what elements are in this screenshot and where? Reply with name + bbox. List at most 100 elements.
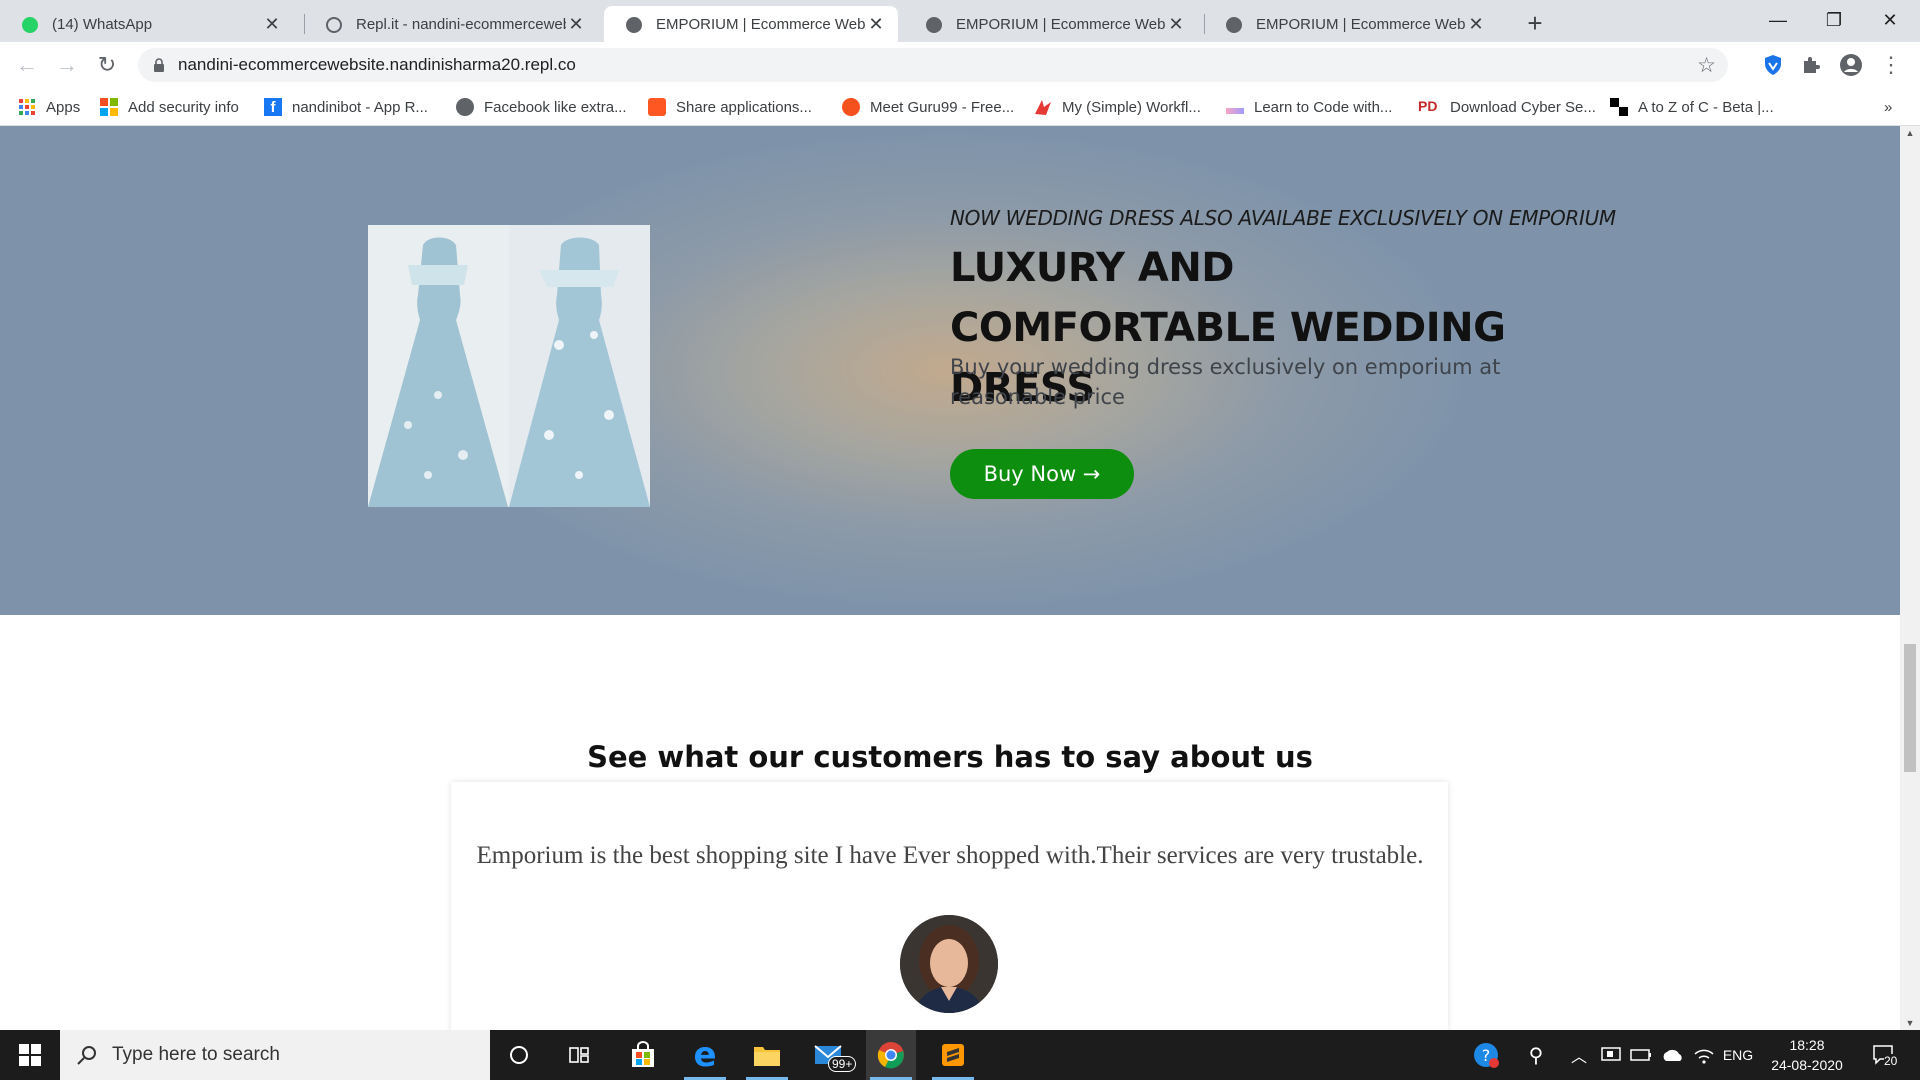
task-view-icon bbox=[569, 1047, 589, 1063]
facebook-icon: f bbox=[264, 98, 282, 116]
bookmark-share-applications[interactable]: Share applications... bbox=[648, 96, 812, 118]
close-tab-icon[interactable]: ✕ bbox=[1466, 14, 1486, 35]
blogger-icon bbox=[648, 98, 666, 116]
profile-avatar-icon[interactable] bbox=[1838, 52, 1864, 78]
bookmark-label: Share applications... bbox=[676, 98, 812, 116]
tab-replit[interactable]: Repl.it - nandini-ecommercewebsite ✕ bbox=[304, 6, 598, 42]
clock-time: 18:28 bbox=[1789, 1037, 1825, 1053]
code-icon bbox=[1226, 108, 1244, 114]
onedrive-cloud-icon[interactable] bbox=[1658, 1030, 1688, 1080]
workflow-icon bbox=[1035, 100, 1051, 115]
close-tab-icon[interactable]: ✕ bbox=[262, 14, 282, 35]
bookmark-learn-to-code[interactable]: Learn to Code with... bbox=[1226, 96, 1392, 118]
display-tray-icon[interactable] bbox=[1598, 1030, 1624, 1080]
reload-button[interactable]: ↻ bbox=[92, 50, 122, 80]
bookmark-security-info[interactable]: Add security info bbox=[100, 96, 239, 118]
bookmark-label: Download Cyber Se... bbox=[1450, 98, 1596, 116]
hero-tagline: NOW WEDDING DRESS ALSO AVAILABE EXCLUSIV… bbox=[950, 206, 1616, 230]
tab-emporium[interactable]: EMPORIUM | Ecommerce Website ✕ bbox=[1204, 6, 1498, 42]
language-indicator[interactable]: ENG bbox=[1720, 1030, 1756, 1080]
scroll-down-arrow-icon[interactable]: ▼ bbox=[1900, 1018, 1920, 1028]
mail-badge: 99+ bbox=[828, 1056, 857, 1072]
tab-title: Repl.it - nandini-ecommercewebsite bbox=[356, 15, 566, 33]
tab-title: (14) WhatsApp bbox=[52, 15, 153, 33]
minimize-button[interactable]: — bbox=[1750, 0, 1806, 40]
customer-avatar bbox=[900, 915, 998, 1013]
windows-logo-icon bbox=[19, 1044, 41, 1066]
pd-icon: PD bbox=[1418, 98, 1438, 114]
address-bar[interactable]: nandini-ecommercewebsite.nandinisharma20… bbox=[138, 48, 1728, 82]
checker-icon bbox=[1610, 98, 1628, 116]
whatsapp-icon bbox=[22, 17, 38, 33]
tab-emporium-active[interactable]: EMPORIUM | Ecommerce Website ✕ bbox=[604, 6, 898, 42]
browser-toolbar: ← → ↻ nandini-ecommercewebsite.nandinish… bbox=[0, 42, 1920, 88]
testimonials-heading: See what our customers has to say about … bbox=[587, 740, 1313, 774]
taskbar-chrome[interactable] bbox=[866, 1030, 916, 1080]
taskbar-sublime[interactable] bbox=[928, 1030, 978, 1080]
search-icon bbox=[77, 1046, 96, 1065]
forward-button[interactable]: → bbox=[52, 50, 82, 80]
apps-grid-icon bbox=[19, 99, 35, 115]
taskbar-file-explorer[interactable] bbox=[742, 1030, 792, 1080]
battery-tray-icon[interactable] bbox=[1628, 1030, 1654, 1080]
close-tab-icon[interactable]: ✕ bbox=[866, 14, 886, 35]
puzzle-extensions-icon[interactable] bbox=[1798, 52, 1824, 78]
tab-title: EMPORIUM | Ecommerce Website bbox=[956, 15, 1166, 33]
taskbar-mail[interactable]: 99+ bbox=[804, 1030, 857, 1080]
bookmark-label: Add security info bbox=[128, 98, 239, 116]
bookmark-cyber-security[interactable]: PD Download Cyber Se... bbox=[1418, 96, 1596, 118]
taskbar-store[interactable] bbox=[618, 1030, 668, 1080]
restore-button[interactable]: ❐ bbox=[1806, 0, 1862, 40]
taskbar-edge[interactable]: e bbox=[680, 1030, 730, 1080]
new-tab-button[interactable]: + bbox=[1520, 8, 1550, 39]
task-view-button[interactable] bbox=[554, 1030, 604, 1080]
action-center-button[interactable]: 20 bbox=[1862, 1030, 1906, 1080]
taskbar-search-box[interactable]: Type here to search bbox=[60, 1030, 490, 1080]
folder-icon bbox=[754, 1047, 780, 1066]
notification-count: 20 bbox=[1884, 1054, 1898, 1068]
show-hidden-icons-chevron[interactable]: ︿ bbox=[1566, 1030, 1592, 1080]
bookmark-label: Meet Guru99 - Free... bbox=[870, 98, 1015, 116]
bookmark-a-to-z-c[interactable]: A to Z of C - Beta |... bbox=[1610, 96, 1774, 118]
buy-now-button[interactable]: Buy Now → bbox=[950, 449, 1134, 499]
cortana-button[interactable] bbox=[494, 1030, 544, 1080]
wifi-tray-icon[interactable] bbox=[1690, 1030, 1718, 1080]
microsoft-icon bbox=[100, 98, 118, 116]
bookmark-nandinibot[interactable]: f nandinibot - App R... bbox=[264, 96, 428, 118]
hero-banner: NOW WEDDING DRESS ALSO AVAILABE EXCLUSIV… bbox=[0, 126, 1900, 615]
more-bookmarks-label: » bbox=[1884, 98, 1893, 116]
bookmark-apps[interactable]: Apps bbox=[18, 96, 80, 118]
globe-icon bbox=[926, 17, 942, 33]
windows-taskbar: Type here to search e 99+ ? ⚲ ︿ ENG 18:2… bbox=[0, 1030, 1920, 1080]
url-text: nandini-ecommercewebsite.nandinisharma20… bbox=[178, 55, 576, 74]
scroll-up-arrow-icon[interactable]: ▲ bbox=[1900, 128, 1920, 138]
tab-emporium[interactable]: EMPORIUM | Ecommerce Website ✕ bbox=[904, 6, 1198, 42]
people-tray-icon[interactable]: ⚲ bbox=[1518, 1030, 1554, 1080]
tab-whatsapp[interactable]: (14) WhatsApp ✕ bbox=[0, 6, 294, 42]
page-scrollbar[interactable]: ▲ ▼ bbox=[1900, 126, 1920, 1030]
bookmark-label: Facebook like extra... bbox=[484, 98, 627, 116]
page-viewport: NOW WEDDING DRESS ALSO AVAILABE EXCLUSIV… bbox=[0, 126, 1900, 1030]
browser-menu-icon[interactable]: ⋮ bbox=[1878, 52, 1904, 78]
bookmark-facebook-extra[interactable]: Facebook like extra... bbox=[456, 96, 627, 118]
back-button[interactable]: ← bbox=[12, 50, 42, 80]
browser-tab-strip: (14) WhatsApp ✕ Repl.it - nandini-ecomme… bbox=[0, 0, 1920, 42]
edge-icon: e bbox=[693, 1035, 717, 1075]
bookmark-star-icon[interactable]: ☆ bbox=[1697, 53, 1716, 78]
close-window-button[interactable]: ✕ bbox=[1862, 0, 1918, 40]
start-button[interactable] bbox=[5, 1030, 55, 1080]
close-tab-icon[interactable]: ✕ bbox=[1166, 14, 1186, 35]
bookmark-workflow[interactable]: My (Simple) Workfl... bbox=[1034, 96, 1201, 118]
shield-extension-icon[interactable] bbox=[1760, 52, 1786, 78]
bookmark-guru99[interactable]: Meet Guru99 - Free... bbox=[842, 96, 1014, 118]
hero-subtext: Buy your wedding dress exclusively on em… bbox=[950, 355, 1501, 409]
close-tab-icon[interactable]: ✕ bbox=[566, 14, 586, 35]
cortana-circle-icon bbox=[510, 1046, 528, 1064]
bookmarks-bar: Apps Add security info f nandinibot - Ap… bbox=[0, 88, 1920, 126]
scrollbar-thumb[interactable] bbox=[1904, 644, 1916, 772]
globe-icon bbox=[456, 98, 474, 116]
clock[interactable]: 18:28 24-08-2020 bbox=[1762, 1030, 1852, 1080]
bookmark-label: Apps bbox=[46, 98, 81, 116]
more-bookmarks-button[interactable]: » bbox=[1884, 96, 1892, 118]
help-tray-icon[interactable]: ? bbox=[1466, 1030, 1506, 1080]
